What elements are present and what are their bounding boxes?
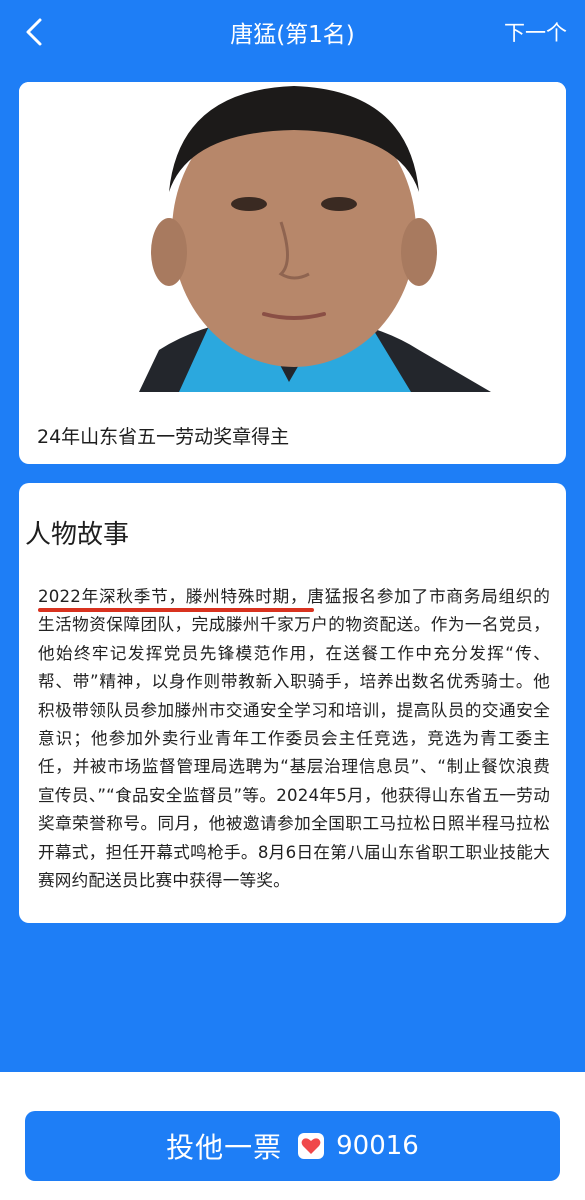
next-button[interactable]: 下一个	[504, 17, 567, 47]
story-title: 人物故事	[25, 520, 130, 550]
heart-icon	[298, 1133, 325, 1159]
page-title: 唐猛(第1名)	[230, 22, 355, 48]
story-text: 2022年深秋季节，滕州特殊时期，唐猛报名参加了市商务局组织的生活物资保障团队，…	[38, 583, 550, 895]
profile-card: 24年山东省五一劳动奖章得主	[19, 82, 566, 464]
vote-label: 投他一票	[166, 1131, 283, 1164]
bottom-bar: 投他一票 90016	[0, 1072, 585, 1200]
story-highlight-text: 2022年深秋季节，滕州特殊时期，	[38, 587, 308, 606]
highlight-underline	[38, 608, 314, 612]
vote-count: 90016	[336, 1131, 419, 1161]
profile-caption: 24年山东省五一劳动奖章得主	[37, 426, 290, 448]
vote-button[interactable]: 投他一票 90016	[25, 1111, 560, 1181]
header-bar: 唐猛(第1名) 下一个	[0, 0, 585, 64]
portrait-photo	[19, 82, 566, 392]
story-body-text: 唐猛报名参加了市商务局组织的生活物资保障团队，完成滕州千家万户的物资配送。作为一…	[38, 587, 550, 891]
